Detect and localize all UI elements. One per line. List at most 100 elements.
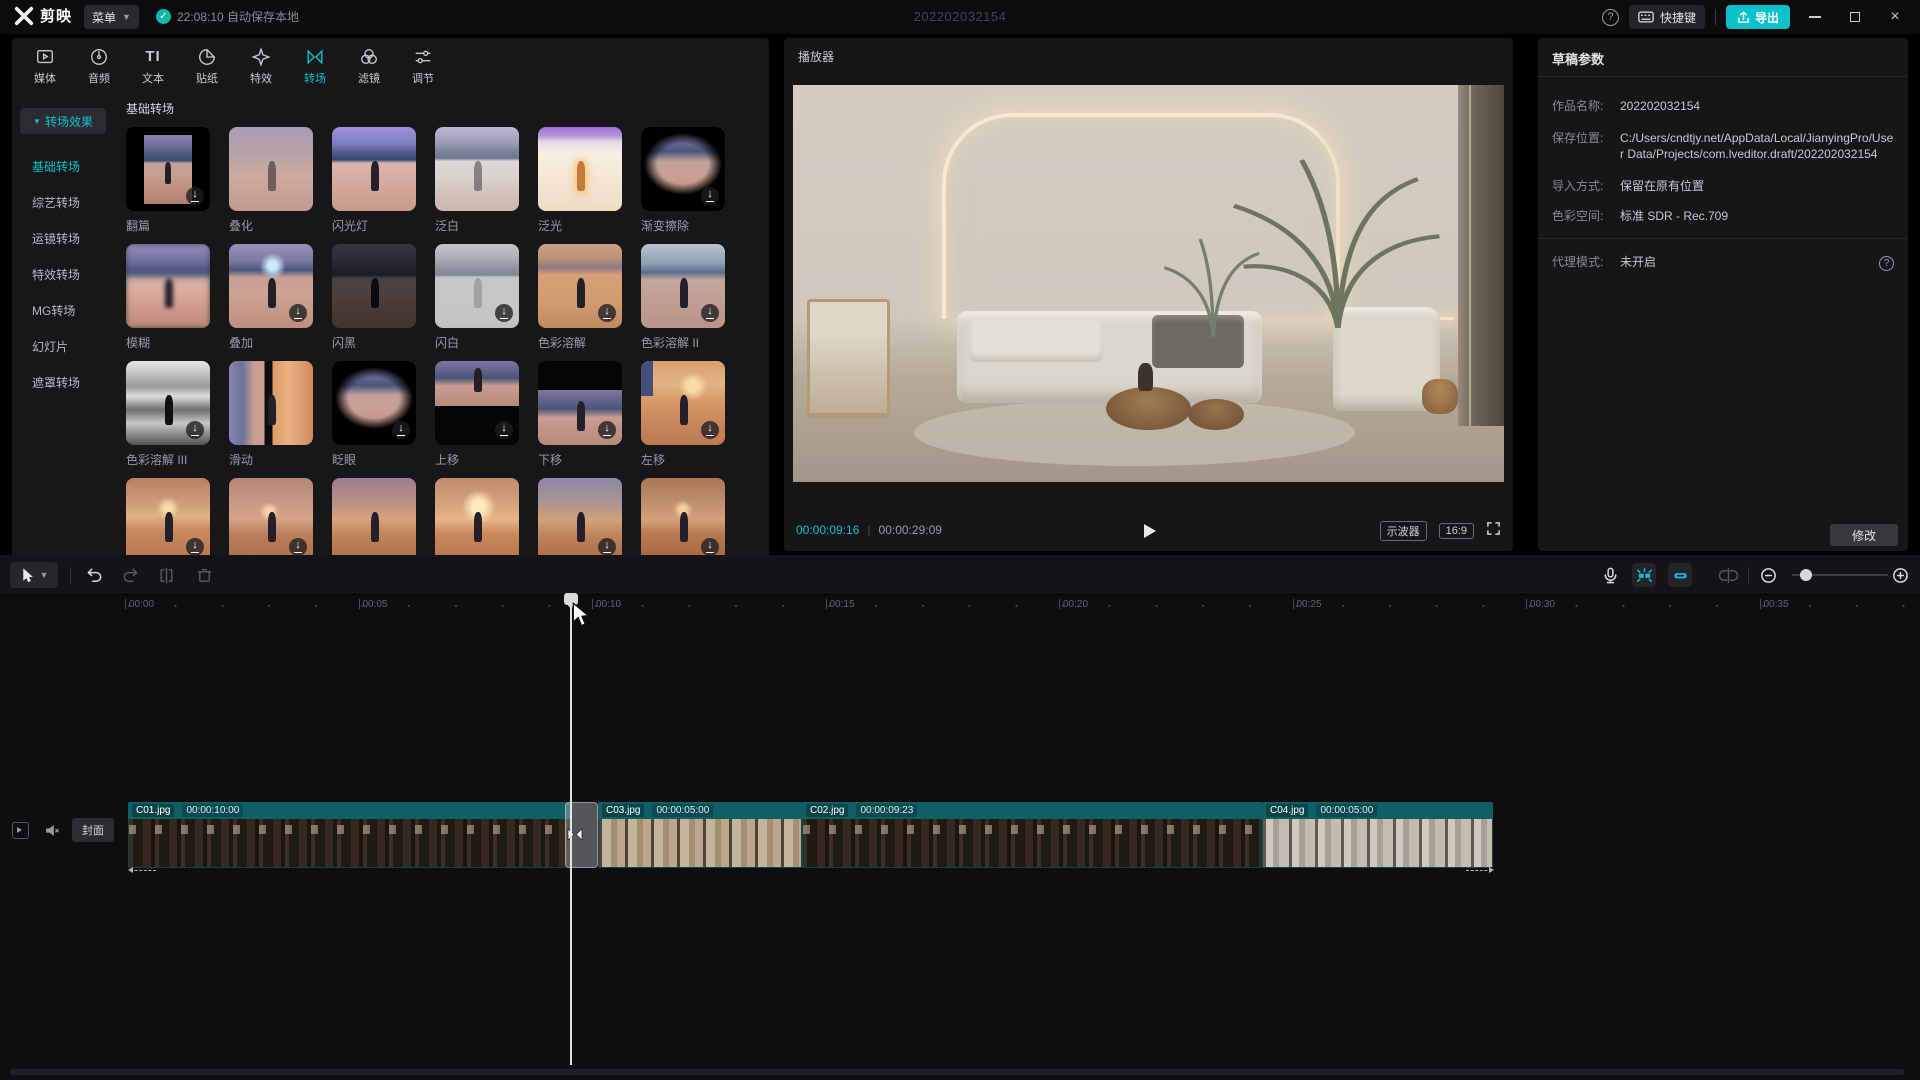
playhead-line[interactable] bbox=[570, 595, 572, 1065]
transition-thumb[interactable] bbox=[641, 361, 725, 445]
transition-card[interactable]: 渐变擦除 bbox=[641, 127, 725, 231]
transition-card[interactable]: 叠化 bbox=[229, 127, 313, 231]
proxy-help-icon[interactable]: ? bbox=[1879, 256, 1894, 271]
split-button[interactable] bbox=[154, 563, 178, 587]
transition-card[interactable] bbox=[538, 478, 622, 558]
transition-thumb[interactable] bbox=[229, 478, 313, 558]
sidebar-item-mask-transition[interactable]: 遮罩转场 bbox=[12, 364, 112, 400]
transition-thumb[interactable] bbox=[229, 244, 313, 328]
transition-card[interactable]: 滑动 bbox=[229, 361, 313, 465]
transition-thumb[interactable] bbox=[641, 478, 725, 558]
record-voiceover-button[interactable] bbox=[1598, 563, 1622, 587]
transition-thumb[interactable] bbox=[538, 244, 622, 328]
transition-card[interactable]: 色彩溶解 II bbox=[641, 244, 725, 348]
select-tool-button[interactable]: ▼ bbox=[10, 562, 58, 588]
transition-card[interactable]: 左移 bbox=[641, 361, 725, 465]
transition-card[interactable]: 色彩溶解 bbox=[538, 244, 622, 348]
fade-in-handle[interactable] bbox=[130, 870, 156, 871]
transition-card[interactable]: 下移 bbox=[538, 361, 622, 465]
transition-thumb[interactable] bbox=[229, 127, 313, 211]
transition-card[interactable]: 闪光灯 bbox=[332, 127, 416, 231]
transition-thumb[interactable] bbox=[641, 127, 725, 211]
tab-audio[interactable]: 音频 bbox=[72, 38, 126, 94]
tab-transitions[interactable]: 转场 bbox=[288, 38, 342, 94]
transition-thumb[interactable] bbox=[126, 244, 210, 328]
transition-thumb[interactable] bbox=[435, 478, 519, 558]
play-button[interactable] bbox=[1138, 520, 1160, 542]
transition-thumb[interactable] bbox=[126, 127, 210, 211]
transition-thumb[interactable] bbox=[229, 361, 313, 445]
tab-filters[interactable]: 滤镜 bbox=[342, 38, 396, 94]
transition-card[interactable] bbox=[229, 478, 313, 558]
modify-button[interactable]: 修改 bbox=[1830, 524, 1898, 546]
transition-card[interactable]: 泛白 bbox=[435, 127, 519, 231]
timeline-ruler[interactable]: 00:0000:0500:1000:1500:2000:2500:3000:35 bbox=[0, 596, 1920, 618]
transition-thumb[interactable] bbox=[538, 478, 622, 558]
timeline-clip-C04.jpg[interactable]: C04.jpg00:00:05:00 bbox=[1262, 802, 1493, 868]
transition-card[interactable] bbox=[435, 478, 519, 558]
clip-filmstrip[interactable] bbox=[128, 819, 572, 868]
horizontal-scrollbar[interactable] bbox=[10, 1069, 1905, 1075]
transition-thumb[interactable] bbox=[538, 361, 622, 445]
sidebar-item-mg-transition[interactable]: MG转场 bbox=[12, 292, 112, 328]
tab-text[interactable]: TI 文本 bbox=[126, 38, 180, 94]
transition-card[interactable] bbox=[126, 478, 210, 558]
transition-thumb[interactable] bbox=[538, 127, 622, 211]
tab-sticker[interactable]: 贴纸 bbox=[180, 38, 234, 94]
tab-effects[interactable]: 特效 bbox=[234, 38, 288, 94]
transition-card[interactable]: 叠加 bbox=[229, 244, 313, 348]
timeline-clip-C03.jpg[interactable]: C03.jpg00:00:05:00 bbox=[598, 802, 802, 868]
transition-thumb[interactable] bbox=[435, 244, 519, 328]
transition-card[interactable]: 上移 bbox=[435, 361, 519, 465]
transition-card[interactable] bbox=[332, 478, 416, 558]
sidebar-item-variety-transition[interactable]: 综艺转场 bbox=[12, 184, 112, 220]
transition-thumb[interactable] bbox=[332, 478, 416, 558]
fade-out-handle[interactable] bbox=[1466, 870, 1492, 871]
maximize-button[interactable] bbox=[1840, 0, 1870, 34]
transition-thumb[interactable] bbox=[641, 244, 725, 328]
export-button[interactable]: 导出 bbox=[1726, 5, 1790, 29]
transition-thumb[interactable] bbox=[332, 244, 416, 328]
zoom-slider-knob[interactable] bbox=[1800, 569, 1812, 581]
timeline-clip-C02.jpg[interactable]: C02.jpg00:00:09:23 bbox=[802, 802, 1262, 868]
transition-thumb[interactable] bbox=[126, 478, 210, 558]
aspect-ratio-button[interactable]: 16:9 bbox=[1439, 523, 1474, 539]
transition-thumb[interactable] bbox=[126, 361, 210, 445]
timeline-clip-C01.jpg[interactable]: C01.jpg00:00:10:00 bbox=[128, 802, 572, 868]
scopes-button[interactable]: 示波器 bbox=[1380, 521, 1427, 541]
transition-thumb[interactable] bbox=[332, 361, 416, 445]
undo-button[interactable] bbox=[82, 563, 106, 587]
shortcut-button[interactable]: 快捷键 bbox=[1629, 5, 1705, 29]
close-button[interactable]: × bbox=[1880, 0, 1910, 34]
delete-button[interactable] bbox=[192, 563, 216, 587]
transition-card[interactable] bbox=[641, 478, 725, 558]
clip-filmstrip[interactable] bbox=[802, 819, 1262, 868]
transition-thumb[interactable] bbox=[332, 127, 416, 211]
minimize-button[interactable] bbox=[1800, 0, 1830, 34]
redo-button[interactable] bbox=[118, 563, 142, 587]
preview-axis-button[interactable] bbox=[1716, 563, 1740, 587]
fullscreen-button[interactable] bbox=[1486, 521, 1501, 541]
clip-filmstrip[interactable] bbox=[1262, 819, 1493, 868]
sidebar-group-transition-effects[interactable]: ▼ 转场效果 bbox=[20, 108, 106, 134]
tab-adjust[interactable]: 调节 bbox=[396, 38, 450, 94]
sidebar-item-fx-transition[interactable]: 特效转场 bbox=[12, 256, 112, 292]
transition-thumb[interactable] bbox=[435, 361, 519, 445]
transition-card[interactable]: 闪黑 bbox=[332, 244, 416, 348]
link-preview-toggle[interactable] bbox=[1668, 563, 1692, 587]
transition-card[interactable]: 模糊 bbox=[126, 244, 210, 348]
transition-card[interactable]: 泛光 bbox=[538, 127, 622, 231]
transition-card[interactable]: 色彩溶解 III bbox=[126, 361, 210, 465]
sidebar-item-basic-transition[interactable]: 基础转场 bbox=[12, 148, 112, 184]
tab-media[interactable]: 媒体 bbox=[18, 38, 72, 94]
clip-filmstrip[interactable] bbox=[598, 819, 802, 868]
auto-snap-toggle[interactable] bbox=[1632, 563, 1656, 587]
sidebar-item-slideshow[interactable]: 幻灯片 bbox=[12, 328, 112, 364]
zoom-out-button[interactable] bbox=[1756, 563, 1780, 587]
help-icon[interactable]: ? bbox=[1602, 9, 1619, 26]
zoom-in-button[interactable] bbox=[1888, 563, 1912, 587]
transition-card[interactable]: 眨眼 bbox=[332, 361, 416, 465]
transition-thumb[interactable] bbox=[435, 127, 519, 211]
transition-card[interactable]: 闪白 bbox=[435, 244, 519, 348]
transition-card[interactable]: 翻篇 bbox=[126, 127, 210, 231]
